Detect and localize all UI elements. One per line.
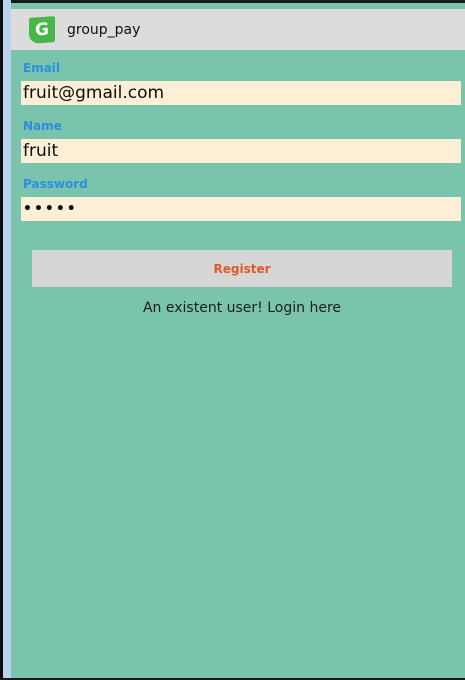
password-field[interactable]: ••••• [21,197,461,221]
email-label: Email [23,61,61,75]
email-field[interactable] [21,81,461,105]
window-top-edge [0,0,465,3]
action-bar: G group_pay [11,9,465,50]
app-screen: G group_pay Email Name Password ••••• Re… [0,0,465,680]
name-field[interactable] [21,139,461,163]
app-logo-icon: G [29,15,55,44]
window-left-border [3,0,11,680]
app-title: group_pay [67,21,141,38]
name-label: Name [23,119,62,133]
register-button[interactable]: Register [32,250,452,287]
password-label: Password [23,177,88,191]
login-link[interactable]: An existent user! Login here [32,300,452,316]
app-logo-letter: G [35,19,49,40]
